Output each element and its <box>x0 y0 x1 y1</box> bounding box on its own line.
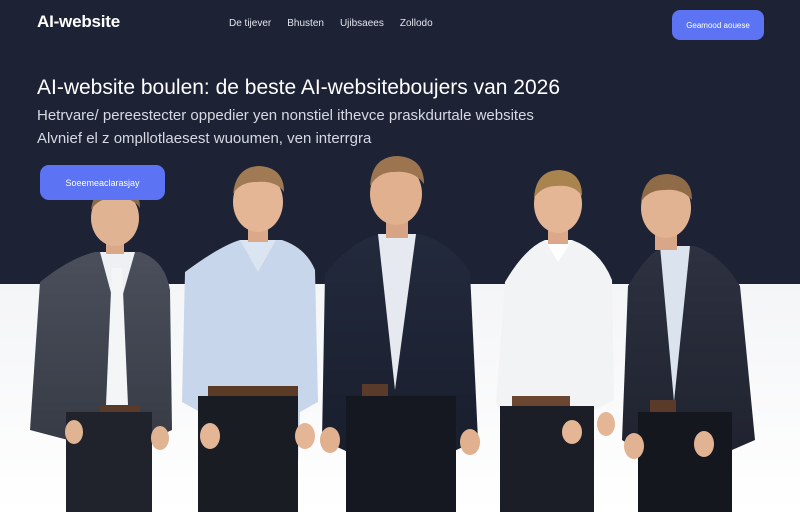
hero-subtitle: Hetrvare/ pereestecter oppedier yen nons… <box>37 107 534 147</box>
nav-link-2[interactable]: Bhusten <box>287 18 324 29</box>
person-4 <box>496 170 615 512</box>
nav-link-1[interactable]: De tijever <box>229 18 271 29</box>
top-nav: AI-website De tijever Bhusten Ujibsaees … <box>0 0 800 48</box>
hero-headline: AI-website boulen: de beste AI-websitebo… <box>37 76 561 99</box>
person-3 <box>320 156 480 512</box>
nav-link-3[interactable]: Ujibsaees <box>340 18 384 29</box>
nav-cta-button[interactable]: Geamood aouese <box>672 10 764 40</box>
nav-links: De tijever Bhusten Ujibsaees Zollodo <box>229 18 433 29</box>
nav-link-4[interactable]: Zollodo <box>400 18 433 29</box>
person-2 <box>182 166 318 512</box>
hero-cta-button[interactable]: Soeemeaclarasjay <box>40 165 165 200</box>
site-logo[interactable]: AI-website <box>37 12 120 32</box>
person-5 <box>622 174 755 512</box>
person-1 <box>30 184 172 512</box>
